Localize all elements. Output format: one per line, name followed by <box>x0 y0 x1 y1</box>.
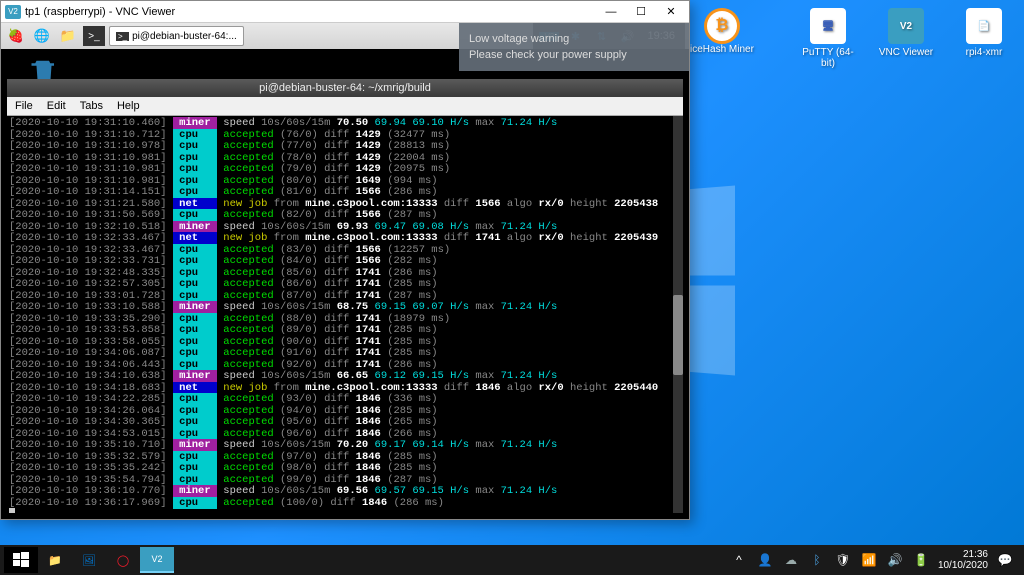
desktop-icon-putty[interactable]: 🖥 PuTTY (64-bit) <box>798 8 858 69</box>
putty-icon: 🖥 <box>810 8 846 44</box>
voltage-warning: Low voltage warning Please check your po… <box>459 23 689 71</box>
terminal-output[interactable]: [2020-10-10 19:31:10.460] miner speed 10… <box>7 116 683 513</box>
tray-battery-icon[interactable]: 🔋 <box>912 551 930 569</box>
tray-chevron-up-icon[interactable]: ^ <box>730 551 748 569</box>
terminal-cursor <box>9 509 681 513</box>
windows-taskbar: 📁 🖼 ◯ V2 ^ 👤 ☁ ᛒ 🛡 📶 🔊 🔋 21:36 10/10/202… <box>0 545 1024 575</box>
vnc-title-text: tp1 (raspberrypi) - VNC Viewer <box>25 6 175 18</box>
web-browser-icon[interactable]: 🌐 <box>31 26 53 46</box>
desktop-icon-nicehash[interactable]: ₿ iceHash Miner <box>690 8 754 55</box>
vnc-window: V2 tp1 (raspberrypi) - VNC Viewer — ☐ ✕ … <box>0 0 690 520</box>
desktop-icons: 🖥 PuTTY (64-bit) V2 VNC Viewer 📄 rpi4-xm… <box>798 8 1014 69</box>
terminal-launcher-icon[interactable]: >_ <box>83 26 105 46</box>
tray-defender-icon[interactable]: 🛡 <box>834 551 852 569</box>
file-icon: 📄 <box>966 8 1002 44</box>
menu-help[interactable]: Help <box>117 100 140 112</box>
maximize-button[interactable]: ☐ <box>627 3 655 21</box>
close-button[interactable]: ✕ <box>657 3 685 21</box>
start-button[interactable] <box>4 547 38 573</box>
terminal-window: pi@debian-buster-64: ~/xmrig/build File … <box>7 79 683 513</box>
tray-people-icon[interactable]: 👤 <box>756 551 774 569</box>
file-manager-icon[interactable]: 📁 <box>57 26 79 46</box>
terminal-title[interactable]: pi@debian-buster-64: ~/xmrig/build <box>7 79 683 97</box>
system-clock[interactable]: 21:36 10/10/2020 <box>938 549 988 571</box>
tray-notifications-icon[interactable]: 💬 <box>996 551 1014 569</box>
menu-file[interactable]: File <box>15 100 33 112</box>
warning-title: Low voltage warning <box>469 31 679 47</box>
taskbar-photos[interactable]: 🖼 <box>72 547 106 573</box>
vnc-app-icon: V2 <box>5 5 21 19</box>
terminal-scrollbar[interactable] <box>673 116 683 513</box>
scrollbar-thumb[interactable] <box>673 295 683 375</box>
menu-tabs[interactable]: Tabs <box>80 100 103 112</box>
raspberry-icon[interactable]: 🍓 <box>5 26 27 46</box>
vnc-icon: V2 <box>888 8 924 44</box>
terminal-icon: >_ <box>116 32 129 41</box>
tray-wifi-icon[interactable]: 📶 <box>860 551 878 569</box>
taskbar-app-terminal[interactable]: >_ pi@debian-buster-64:... <box>109 26 244 46</box>
taskbar-vnc[interactable]: V2 <box>140 547 174 573</box>
nicehash-icon: ₿ <box>704 8 740 44</box>
terminal-menubar: File Edit Tabs Help <box>7 97 683 116</box>
tray-volume-icon[interactable]: 🔊 <box>886 551 904 569</box>
menu-edit[interactable]: Edit <box>47 100 66 112</box>
taskbar-explorer[interactable]: 📁 <box>38 547 72 573</box>
tray-bluetooth-icon[interactable]: ᛒ <box>808 551 826 569</box>
warning-body: Please check your power supply <box>469 47 679 63</box>
desktop-icon-rpi4xmr[interactable]: 📄 rpi4-xmr <box>954 8 1014 69</box>
taskbar-opera[interactable]: ◯ <box>106 547 140 573</box>
log-line: [2020-10-10 19:36:17.969] cpu accepted (… <box>9 498 681 510</box>
desktop-icon-vncviewer[interactable]: V2 VNC Viewer <box>876 8 936 69</box>
minimize-button[interactable]: — <box>597 3 625 21</box>
tray-onedrive-icon[interactable]: ☁ <box>782 551 800 569</box>
vnc-titlebar[interactable]: V2 tp1 (raspberrypi) - VNC Viewer — ☐ ✕ <box>1 1 689 23</box>
